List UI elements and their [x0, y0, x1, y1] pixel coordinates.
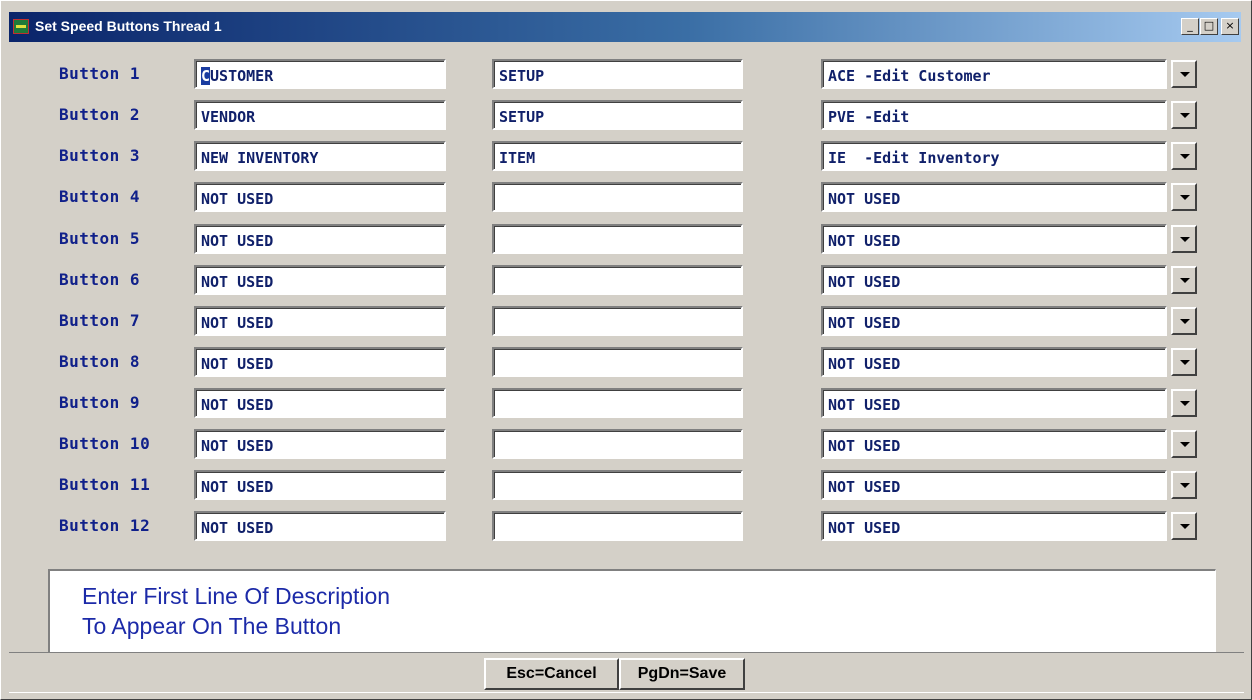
program-select[interactable]: NOT USED — [821, 347, 1167, 377]
row-label: Button 11 — [59, 475, 151, 494]
program-select[interactable]: NOT USED — [821, 511, 1167, 541]
chevron-down-icon[interactable] — [1171, 60, 1197, 88]
title-bar[interactable]: Set Speed Buttons Thread 1 _ □ × — [9, 12, 1241, 42]
chevron-down-icon[interactable] — [1171, 266, 1197, 294]
line1-field[interactable]: NEW INVENTORY — [194, 141, 446, 171]
line1-field[interactable]: NOT USED — [194, 347, 446, 377]
description-line-1: Enter First Line Of Description — [82, 583, 391, 609]
program-select[interactable]: NOT USED — [821, 429, 1167, 459]
row-label: Button 4 — [59, 187, 141, 206]
row-label: Button 5 — [59, 229, 141, 248]
set-speed-buttons-window: Set Speed Buttons Thread 1 _ □ × Button … — [0, 0, 1252, 700]
row-label: Button 8 — [59, 352, 141, 371]
row-label: Button 7 — [59, 311, 141, 330]
save-button[interactable]: PgDn=Save — [619, 658, 745, 690]
line2-field[interactable] — [492, 306, 743, 336]
program-select[interactable]: ACE -Edit Customer — [821, 59, 1167, 89]
line2-field[interactable] — [492, 265, 743, 295]
chevron-down-icon[interactable] — [1171, 307, 1197, 335]
row-label: Button 1 — [59, 64, 141, 83]
line2-field[interactable] — [492, 388, 743, 418]
chevron-down-icon[interactable] — [1171, 142, 1197, 170]
chevron-down-icon[interactable] — [1171, 183, 1197, 211]
line2-field[interactable]: SETUP — [492, 59, 743, 89]
line2-field[interactable]: SETUP — [492, 100, 743, 130]
program-select[interactable]: NOT USED — [821, 265, 1167, 295]
line1-field[interactable]: NOT USED — [194, 429, 446, 459]
program-select[interactable]: PVE -Edit — [821, 100, 1167, 130]
line1-field[interactable]: NOT USED — [194, 224, 446, 254]
chevron-down-icon[interactable] — [1171, 430, 1197, 458]
close-button[interactable]: × — [1221, 18, 1239, 35]
row-label: Button 2 — [59, 105, 141, 124]
chevron-down-icon[interactable] — [1171, 512, 1197, 540]
program-select[interactable]: NOT USED — [821, 388, 1167, 418]
line1-field[interactable]: NOT USED — [194, 182, 446, 212]
line1-field[interactable]: CUSTOMER — [194, 59, 446, 89]
line2-field[interactable] — [492, 347, 743, 377]
line2-field[interactable] — [492, 182, 743, 212]
maximize-button[interactable]: □ — [1200, 18, 1218, 35]
cancel-button[interactable]: Esc=Cancel — [484, 658, 619, 690]
minimize-button[interactable]: _ — [1181, 18, 1199, 35]
line1-text: USTOMER — [210, 67, 274, 85]
program-select[interactable]: IE -Edit Inventory — [821, 141, 1167, 171]
row-label: Button 10 — [59, 434, 151, 453]
chevron-down-icon[interactable] — [1171, 225, 1197, 253]
program-select[interactable]: NOT USED — [821, 224, 1167, 254]
line1-field[interactable]: NOT USED — [194, 511, 446, 541]
description-line-2: To Appear On The Button — [82, 613, 342, 639]
row-label: Button 3 — [59, 146, 141, 165]
program-select[interactable]: NOT USED — [821, 470, 1167, 500]
line1-field[interactable]: VENDOR — [194, 100, 446, 130]
row-label: Button 6 — [59, 270, 141, 289]
line2-field[interactable]: ITEM — [492, 141, 743, 171]
app-icon — [13, 19, 29, 34]
button-bar: Esc=Cancel PgDn=Save — [9, 652, 1244, 693]
line1-field[interactable]: NOT USED — [194, 388, 446, 418]
line2-field[interactable] — [492, 224, 743, 254]
line2-field[interactable] — [492, 429, 743, 459]
chevron-down-icon[interactable] — [1171, 471, 1197, 499]
row-label: Button 9 — [59, 393, 141, 412]
line1-field[interactable]: NOT USED — [194, 265, 446, 295]
line2-field[interactable] — [492, 470, 743, 500]
program-select[interactable]: NOT USED — [821, 306, 1167, 336]
description-panel: Enter First Line Of Description To Appea… — [48, 569, 1216, 653]
text-cursor: C — [201, 67, 211, 85]
chevron-down-icon[interactable] — [1171, 348, 1197, 376]
window-title: Set Speed Buttons Thread 1 — [35, 18, 222, 34]
chevron-down-icon[interactable] — [1171, 389, 1197, 417]
line1-field[interactable]: NOT USED — [194, 470, 446, 500]
chevron-down-icon[interactable] — [1171, 101, 1197, 129]
row-label: Button 12 — [59, 516, 151, 535]
line2-field[interactable] — [492, 511, 743, 541]
program-select[interactable]: NOT USED — [821, 182, 1167, 212]
line1-field[interactable]: NOT USED — [194, 306, 446, 336]
